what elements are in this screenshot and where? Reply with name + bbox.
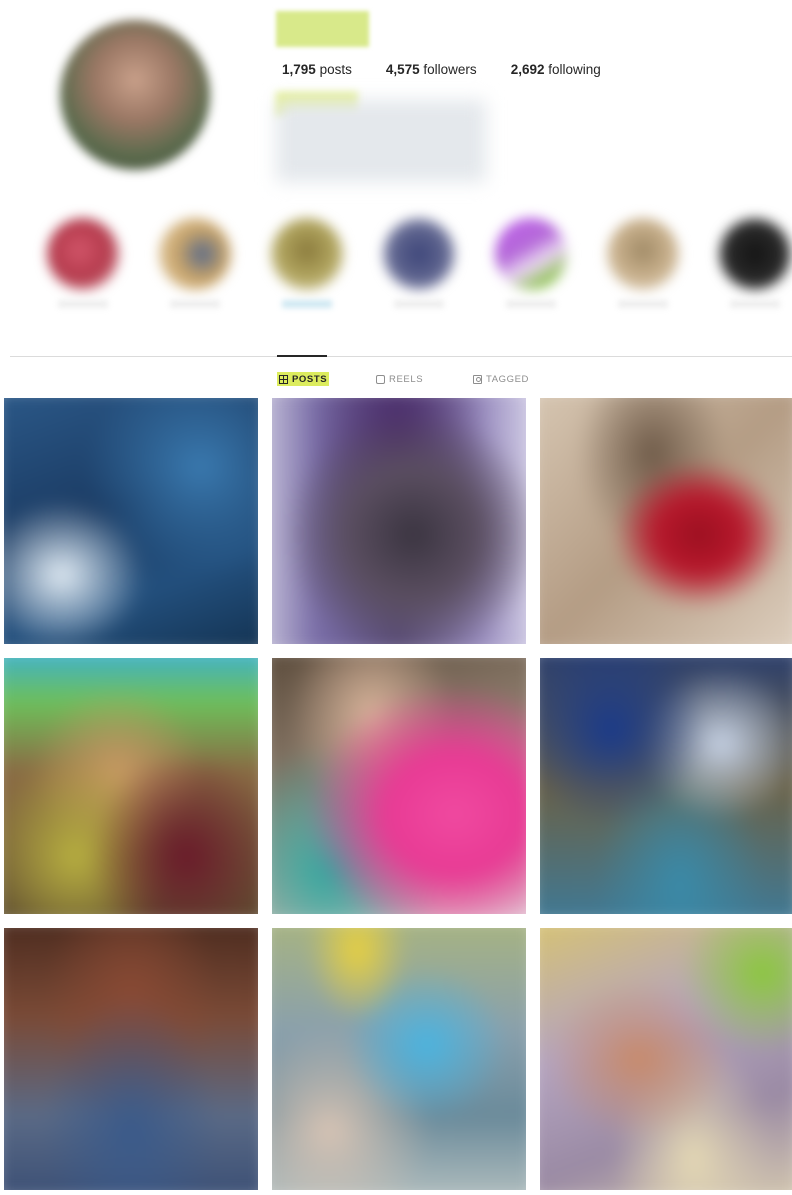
- highlight-cover: [271, 218, 343, 290]
- tab-reels-label: REELS: [389, 373, 424, 385]
- highlight-item[interactable]: [378, 218, 460, 308]
- following-count: 2,692: [510, 62, 545, 77]
- following-stat[interactable]: 2,692 following: [511, 62, 601, 82]
- profile-avatar[interactable]: [60, 20, 210, 170]
- post-thumbnail[interactable]: [540, 658, 792, 914]
- highlight-label-redacted: [730, 300, 780, 308]
- post-thumbnail[interactable]: [540, 928, 792, 1190]
- post-thumbnail[interactable]: [272, 398, 526, 644]
- highlight-item[interactable]: [154, 218, 236, 308]
- grid-icon: [279, 374, 288, 384]
- tab-tagged[interactable]: TAGGED: [473, 372, 529, 386]
- highlight-cover: [495, 218, 567, 290]
- highlight-item[interactable]: [714, 218, 792, 308]
- post-thumbnail[interactable]: [540, 398, 792, 644]
- highlight-label-redacted: [170, 300, 220, 308]
- highlight-cover: [47, 218, 119, 290]
- bio-redacted: [276, 100, 486, 182]
- following-label: following: [548, 62, 601, 77]
- highlight-label-redacted: [394, 300, 444, 308]
- tab-reels[interactable]: REELS: [376, 372, 423, 386]
- tab-posts[interactable]: POSTS: [277, 372, 330, 386]
- tabs-divider: [10, 356, 792, 357]
- profile-stats: 1,795 posts 4,575 followers 2,692 follow…: [282, 62, 601, 82]
- username-redacted: [276, 11, 369, 47]
- highlight-cover: [607, 218, 679, 290]
- posts-stat[interactable]: 1,795 posts: [282, 62, 352, 82]
- highlight-label-redacted: [618, 300, 668, 308]
- highlight-label-redacted: [58, 300, 108, 308]
- tab-tagged-label: TAGGED: [486, 373, 530, 385]
- post-thumbnail[interactable]: [4, 928, 258, 1190]
- posts-count: 1,795: [282, 62, 316, 77]
- followers-label: followers: [423, 62, 477, 77]
- highlight-item[interactable]: [602, 218, 684, 308]
- highlight-item[interactable]: [42, 218, 124, 308]
- tagged-icon: [473, 374, 482, 384]
- highlight-label-redacted: [282, 300, 332, 308]
- post-thumbnail[interactable]: [4, 398, 258, 644]
- highlight-cover: [159, 218, 231, 290]
- post-thumbnail[interactable]: [4, 658, 258, 914]
- active-tab-indicator: [277, 355, 327, 357]
- highlight-cover: [383, 218, 455, 290]
- post-thumbnail[interactable]: [272, 658, 526, 914]
- followers-stat[interactable]: 4,575 followers: [386, 62, 477, 82]
- story-highlights: [30, 212, 792, 312]
- posts-label: posts: [319, 62, 352, 77]
- highlight-cover: [719, 218, 791, 290]
- followers-count: 4,575: [385, 62, 420, 77]
- highlight-label-redacted: [506, 300, 556, 308]
- tab-posts-label: POSTS: [292, 373, 328, 385]
- post-thumbnail[interactable]: [272, 928, 526, 1190]
- highlight-item[interactable]: [266, 218, 348, 308]
- reels-icon: [376, 374, 385, 384]
- highlight-item[interactable]: [490, 218, 572, 308]
